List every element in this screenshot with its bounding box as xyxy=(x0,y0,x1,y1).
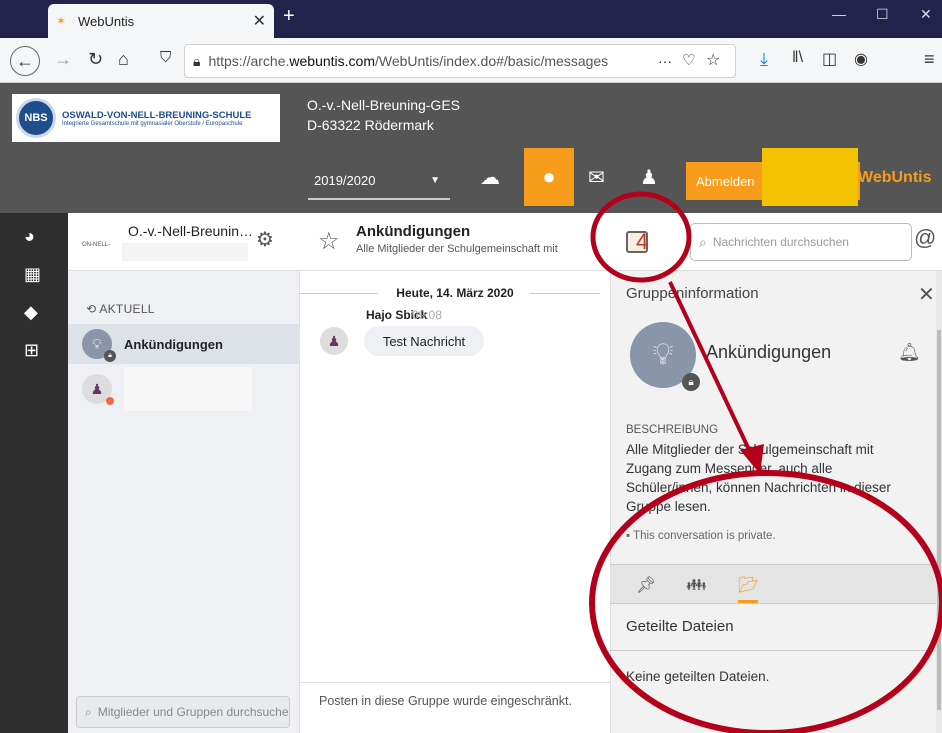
school-name: O.-v.-Nell-Breuning-GES xyxy=(307,97,461,113)
group-list-panel xyxy=(68,213,300,733)
group-info-name: Ankündigungen xyxy=(706,342,832,362)
shared-files-heading: Geteilte Dateien xyxy=(626,618,734,635)
forward-icon[interactable]: → xyxy=(54,49,72,70)
info-panel-header: ⌕ Nachrichten durchsuchen @ xyxy=(610,213,942,271)
menu-icon[interactable]: ≡ xyxy=(924,49,935,70)
school-year-value: 2019/2020 xyxy=(314,172,376,188)
page-actions-icon[interactable]: ··· xyxy=(654,53,676,69)
message-search-placeholder: Nachrichten durchsuchen xyxy=(712,235,849,249)
url-prefix: https://arche. xyxy=(208,53,290,69)
mentions-icon[interactable]: @ xyxy=(914,225,936,251)
chat-title: Ankündigungen xyxy=(356,223,471,240)
posting-restricted-notice: Posten in diese Gruppe wurde eingeschrän… xyxy=(300,682,610,733)
school-address: D-63322 Rödermark xyxy=(307,117,434,133)
group-list-header: ON-NELL- O.-v.-Nell-Breuning-GES ⚙ xyxy=(68,213,300,271)
bookmark-star-icon[interactable]: ☆ xyxy=(706,50,721,70)
pocket-icon[interactable]: ♡ xyxy=(682,51,696,69)
url-domain: webuntis.com xyxy=(289,53,375,69)
group-lightbulb-icon: 💡︎ 🔒︎ xyxy=(630,322,700,391)
school-mini-logo: ON-NELL- xyxy=(82,242,111,248)
dashboard-icon[interactable]: ◕ xyxy=(24,226,35,247)
group-item-label: Ankündigungen xyxy=(124,336,223,352)
pin-icon[interactable]: 📌︎ xyxy=(636,575,656,595)
bell-icon[interactable]: 🔔︎ xyxy=(898,342,921,363)
date-separator: Heute, 14. März 2020 xyxy=(300,286,610,300)
lock-icon: 🔒︎ xyxy=(193,52,201,69)
chevron-down-icon: ▼ xyxy=(430,174,440,186)
info-tabs: 📌︎ 👪︎ 📂︎ xyxy=(610,564,936,604)
author-avatar-icon: ♟ xyxy=(320,327,348,355)
close-tab-icon[interactable]: ✕ xyxy=(253,11,266,31)
window-close-icon[interactable]: ✕ xyxy=(920,6,932,23)
members-icon[interactable]: 👪︎ xyxy=(686,575,706,595)
calendar-icon[interactable]: ▦ xyxy=(24,264,41,285)
chat-icon[interactable]: ◆ xyxy=(24,302,38,323)
private-notice: ▪ This conversation is private. xyxy=(626,530,776,542)
chat-bubble-icon: ● xyxy=(542,164,556,189)
new-tab-icon[interactable]: + xyxy=(283,5,295,28)
tab-title: WebUntis xyxy=(78,13,135,29)
description-heading: BESCHREIBUNG xyxy=(626,424,719,436)
search-icon: ⌕ xyxy=(699,233,707,250)
group-list-subtitle xyxy=(122,243,248,261)
private-text: This conversation is private. xyxy=(633,530,776,542)
lock-badge-icon: 🔒︎ xyxy=(104,350,116,362)
divider xyxy=(610,650,936,651)
close-icon[interactable]: ✕ xyxy=(918,282,935,307)
info-scrollbar-thumb[interactable] xyxy=(937,330,941,710)
group-item-ankuendigungen[interactable]: 💡︎ 🔒︎ Ankündigungen xyxy=(68,324,300,364)
message-bubble[interactable]: Test Nachricht xyxy=(364,326,484,356)
maximize-icon[interactable]: ☐ xyxy=(876,6,889,23)
sidebar-toggle-icon[interactable]: ◫ xyxy=(822,49,837,69)
lock-badge-icon: 🔒︎ xyxy=(682,373,700,391)
star-icon[interactable]: ☆ xyxy=(318,227,340,256)
user-avatar-icon: ♟ xyxy=(82,374,114,405)
app-sidebar xyxy=(0,213,68,733)
school-year-select[interactable]: 2019/2020 ▼ xyxy=(308,162,450,200)
group-list-school-name: O.-v.-Nell-Breuning-GES xyxy=(128,223,258,239)
gear-icon[interactable]: ⚙ xyxy=(256,227,274,252)
group-search-input[interactable]: ⌕ Mitglieder und Gruppen durchsuchen xyxy=(76,696,290,728)
library-icon[interactable]: ‖\ xyxy=(792,49,803,67)
webuntis-brand: WebUntis xyxy=(858,169,932,186)
chat-header: ☆ Ankündigungen Alle Mitglieder der Schu… xyxy=(300,213,610,271)
minimize-icon[interactable]: — xyxy=(832,6,846,22)
school-logo[interactable]: NBS OSWALD-VON-NELL-BREUNING-SCHULE Inte… xyxy=(12,94,280,142)
reload-icon[interactable]: ↻ xyxy=(88,49,103,70)
section-aktuell: ⟲ AKTUELL xyxy=(86,302,155,316)
mail-icon[interactable]: ✉ xyxy=(588,165,605,190)
annotation-number: 4 xyxy=(636,229,649,254)
school-logo-subtitle: Integrierte Gesamtschule mit gymnasialer… xyxy=(62,120,243,127)
back-icon[interactable]: ← xyxy=(10,46,40,76)
redacted-username xyxy=(762,148,858,206)
group-info-title: Gruppeninformation xyxy=(626,285,759,302)
school-logo-name: OSWALD-VON-NELL-BREUNING-SCHULE xyxy=(62,109,252,121)
url-suffix: /WebUntis/index.do#/basic/messages xyxy=(374,53,609,69)
user-profile-icon[interactable]: ♟ xyxy=(640,165,658,190)
no-shared-files: Keine geteilten Dateien. xyxy=(626,669,770,684)
group-item-label xyxy=(124,367,252,411)
section-label: AKTUELL xyxy=(99,302,155,316)
group-description: Alle Mitglieder der Schulgemeinschaft mi… xyxy=(626,442,891,514)
account-icon[interactable]: ◉ xyxy=(854,49,868,69)
status-dot xyxy=(106,397,114,405)
messenger-button[interactable]: ● xyxy=(524,148,574,206)
history-icon: ⟲ xyxy=(86,302,100,316)
home-icon[interactable]: ⌂ xyxy=(118,49,129,70)
group-item-direct[interactable]: ♟ xyxy=(68,366,300,412)
message-time: 09:08 xyxy=(412,308,443,322)
webuntis-favicon-icon: ✶ xyxy=(56,14,67,28)
tracking-shield-icon[interactable]: ⛉ xyxy=(160,49,171,66)
lightbulb-icon: 💡︎ 🔒︎ xyxy=(82,329,116,362)
chat-subtitle: Alle Mitglieder der Schulgemeinschaft mi… xyxy=(356,243,558,255)
shared-files-tab-icon[interactable]: 📂︎ xyxy=(738,575,759,603)
message-search-input[interactable]: ⌕ Nachrichten durchsuchen xyxy=(690,223,912,261)
search-users-icon: ⌕ xyxy=(85,704,92,719)
school-logo-badge: NBS xyxy=(16,98,56,138)
browser-tab[interactable]: ✶ WebUntis ✕ xyxy=(48,4,274,38)
cloud-upload-icon[interactable]: ☁ xyxy=(480,165,500,190)
group-search-placeholder: Mitglieder und Gruppen durchsuchen xyxy=(97,705,290,719)
download-icon[interactable]: ⤓ xyxy=(760,49,768,70)
book-icon[interactable]: ⊞ xyxy=(24,340,39,361)
